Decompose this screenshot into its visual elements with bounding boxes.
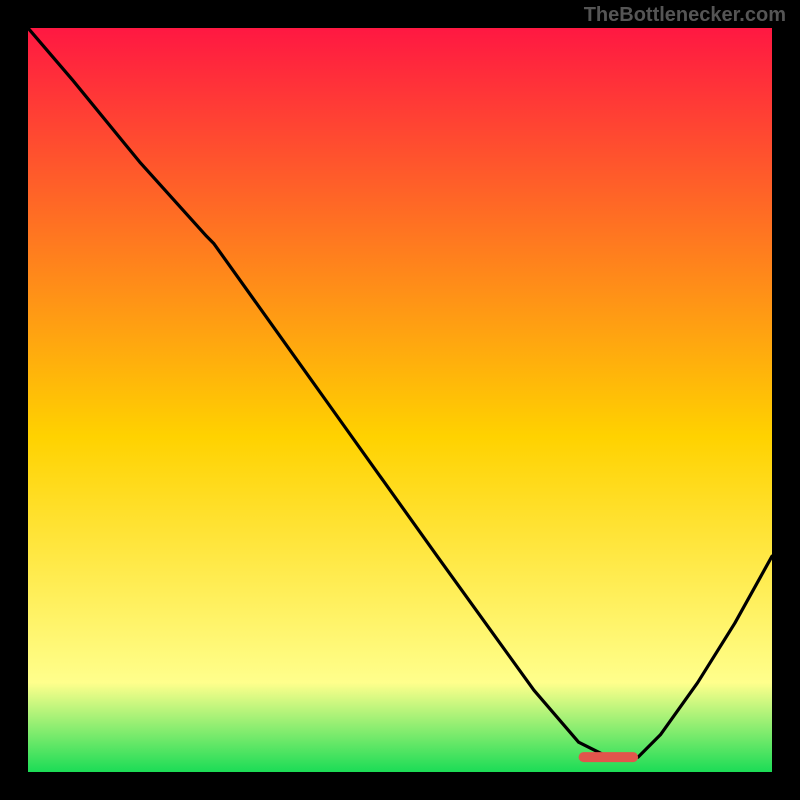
plot-background: [28, 28, 772, 772]
optimal-zone-marker: [579, 752, 639, 762]
watermark-text: TheBottlenecker.com: [584, 4, 786, 27]
chart-container: [28, 28, 772, 772]
chart-svg: [28, 28, 772, 772]
